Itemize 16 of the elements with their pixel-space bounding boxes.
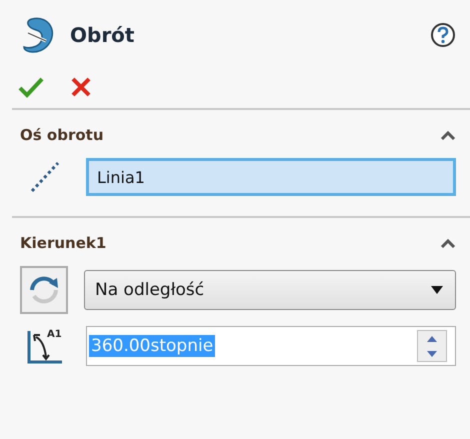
dropdown-caret-icon [431, 286, 443, 294]
down-arrow-icon [427, 350, 437, 356]
feature-title: Obrót [70, 23, 136, 47]
end-condition-dropdown[interactable]: Na odległość [84, 270, 456, 310]
spin-buttons[interactable] [417, 330, 447, 362]
selection-field[interactable]: Linia1 [86, 158, 456, 196]
collapse-chevron-icon[interactable] [440, 238, 456, 248]
cancel-x-icon[interactable] [70, 76, 92, 98]
section-title: Oś obrotu [20, 126, 104, 144]
up-arrow-icon [427, 336, 437, 342]
section-title: Kierunek1 [20, 234, 106, 252]
collapse-chevron-icon[interactable] [440, 130, 456, 140]
ok-checkmark-icon[interactable] [18, 76, 44, 98]
reverse-direction-button[interactable] [20, 266, 68, 314]
help-icon[interactable] [430, 22, 456, 48]
dotted-line-icon [29, 160, 61, 194]
